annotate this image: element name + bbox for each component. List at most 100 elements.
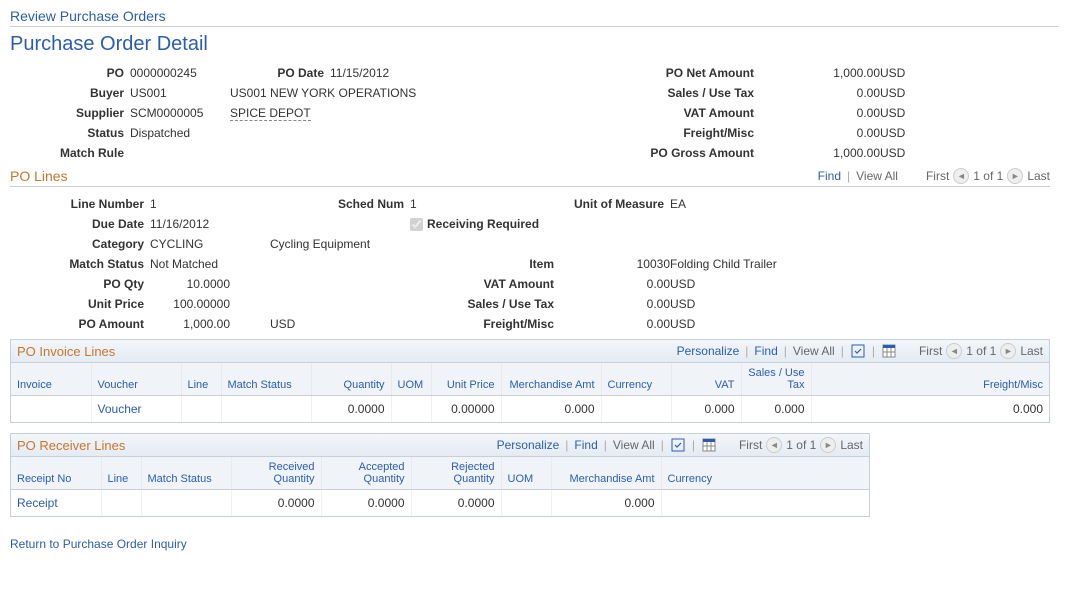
- po-lines-nav: Find | View All First ◄ 1 of 1 ► Last: [818, 168, 1050, 184]
- col-sut[interactable]: Sales / Use Tax: [741, 363, 811, 396]
- zoom-icon[interactable]: [850, 343, 866, 359]
- cell-merch: 0.000: [501, 396, 601, 423]
- col-match[interactable]: Match Status: [141, 457, 231, 490]
- due-date-label: Due Date: [20, 217, 150, 231]
- line-sut-cur: USD: [670, 297, 740, 311]
- next-icon[interactable]: ►: [1007, 168, 1023, 184]
- po-line-detail: Line Number 1 Sched Num 1 Unit of Measur…: [20, 197, 1059, 331]
- next-icon[interactable]: ►: [820, 437, 836, 453]
- spreadsheet-icon[interactable]: [701, 437, 717, 453]
- col-rej-qty[interactable]: Rejected Quantity: [411, 457, 501, 490]
- frt-cur: USD: [880, 126, 920, 140]
- find-link[interactable]: Find: [818, 169, 841, 183]
- buyer-label: Buyer: [20, 86, 130, 100]
- col-qty[interactable]: Quantity: [311, 363, 391, 396]
- col-vat[interactable]: VAT: [671, 363, 741, 396]
- line-frt-cur: USD: [670, 317, 740, 331]
- sched-num-value: 1: [410, 197, 560, 211]
- cell-line: [101, 490, 141, 517]
- gross-label: PO Gross Amount: [600, 146, 760, 160]
- prev-icon[interactable]: ◄: [953, 168, 969, 184]
- table-row: Receipt 0.0000 0.0000 0.0000 0.000: [11, 490, 869, 517]
- next-icon[interactable]: ►: [1000, 343, 1016, 359]
- col-acc-qty[interactable]: Accepted Quantity: [321, 457, 411, 490]
- line-frt-label: Freight/Misc: [410, 317, 560, 331]
- first-text: First: [739, 438, 762, 452]
- last-text: Last: [1027, 169, 1050, 183]
- col-recv-qty[interactable]: Received Quantity: [231, 457, 321, 490]
- col-merch[interactable]: Merchandise Amt: [501, 363, 601, 396]
- col-frt[interactable]: Freight/Misc: [811, 363, 1049, 396]
- po-amount-cur: USD: [270, 317, 410, 331]
- find-link[interactable]: Find: [574, 438, 597, 452]
- table-row: Voucher 0.0000 0.00000 0.000 0.000 0.000…: [11, 396, 1049, 423]
- breadcrumb: Review Purchase Orders: [10, 8, 1059, 24]
- cell-unit-price: 0.00000: [431, 396, 501, 423]
- item-label: Item: [410, 257, 560, 271]
- supplier-name-link[interactable]: SPICE DEPOT: [230, 106, 311, 121]
- sut-cur: USD: [880, 86, 920, 100]
- status-value: Dispatched: [130, 126, 560, 140]
- view-all-text: View All: [613, 438, 655, 452]
- due-date-value: 11/16/2012: [150, 217, 270, 231]
- col-receipt[interactable]: Receipt No: [11, 457, 101, 490]
- cell-rej-qty: 0.0000: [411, 490, 501, 517]
- col-line[interactable]: Line: [101, 457, 141, 490]
- col-uom[interactable]: UOM: [391, 363, 431, 396]
- return-link[interactable]: Return to Purchase Order Inquiry: [10, 537, 187, 551]
- line-number-value: 1: [150, 197, 270, 211]
- uom-value: EA: [670, 197, 940, 211]
- uom-label: Unit of Measure: [560, 197, 670, 211]
- receiving-required-checkbox: [410, 218, 423, 231]
- cell-merch: 0.000: [551, 490, 661, 517]
- col-currency[interactable]: Currency: [661, 457, 869, 490]
- first-text: First: [926, 169, 949, 183]
- col-uom[interactable]: UOM: [501, 457, 551, 490]
- col-line[interactable]: Line: [181, 363, 221, 396]
- item-code: 10030: [560, 257, 670, 271]
- status-label: Status: [20, 126, 130, 140]
- net-amount-label: PO Net Amount: [600, 66, 760, 80]
- item-desc: Folding Child Trailer: [670, 257, 940, 271]
- po-amount-value: 1,000.00: [150, 317, 270, 331]
- vat-value: 0.00: [760, 106, 880, 120]
- category-code: CYCLING: [150, 237, 270, 251]
- cell-acc-qty: 0.0000: [321, 490, 411, 517]
- line-sut-value: 0.00: [560, 297, 670, 311]
- vat-label: VAT Amount: [600, 106, 760, 120]
- col-invoice[interactable]: Invoice: [11, 363, 91, 396]
- category-label: Category: [20, 237, 150, 251]
- cell-sut: 0.000: [741, 396, 811, 423]
- match-status-value: Not Matched: [150, 257, 410, 271]
- supplier-code: SCM0000005: [130, 106, 230, 120]
- rcv-table: Receipt No Line Match Status Received Qu…: [11, 457, 869, 516]
- find-link[interactable]: Find: [754, 344, 777, 358]
- sut-label: Sales / Use Tax: [600, 86, 760, 100]
- po-receiver-lines-grid: PO Receiver Lines Personalize | Find | V…: [10, 433, 870, 517]
- view-all-text: View All: [856, 169, 898, 183]
- cell-match: [141, 490, 231, 517]
- cell-voucher-link[interactable]: Voucher: [98, 402, 142, 416]
- col-voucher[interactable]: Voucher: [91, 363, 181, 396]
- col-match[interactable]: Match Status: [221, 363, 311, 396]
- spreadsheet-icon[interactable]: [881, 343, 897, 359]
- divider: [10, 26, 1059, 27]
- prev-icon[interactable]: ◄: [766, 437, 782, 453]
- col-currency[interactable]: Currency: [601, 363, 671, 396]
- cell-receipt-link[interactable]: Receipt: [17, 496, 58, 510]
- cell-recv-qty: 0.0000: [231, 490, 321, 517]
- personalize-link[interactable]: Personalize: [677, 344, 740, 358]
- zoom-icon[interactable]: [670, 437, 686, 453]
- personalize-link[interactable]: Personalize: [497, 438, 560, 452]
- po-value: 0000000245: [130, 66, 230, 80]
- col-unit-price[interactable]: Unit Price: [431, 363, 501, 396]
- po-invoice-lines-grid: PO Invoice Lines Personalize | Find | Vi…: [10, 339, 1050, 423]
- col-merch[interactable]: Merchandise Amt: [551, 457, 661, 490]
- cell-currency: [661, 490, 869, 517]
- prev-icon[interactable]: ◄: [946, 343, 962, 359]
- net-amount-value: 1,000.00: [760, 66, 880, 80]
- frt-value: 0.00: [760, 126, 880, 140]
- line-number-label: Line Number: [20, 197, 150, 211]
- po-qty-value: 10.0000: [150, 277, 270, 291]
- match-rule-value: [130, 146, 560, 160]
